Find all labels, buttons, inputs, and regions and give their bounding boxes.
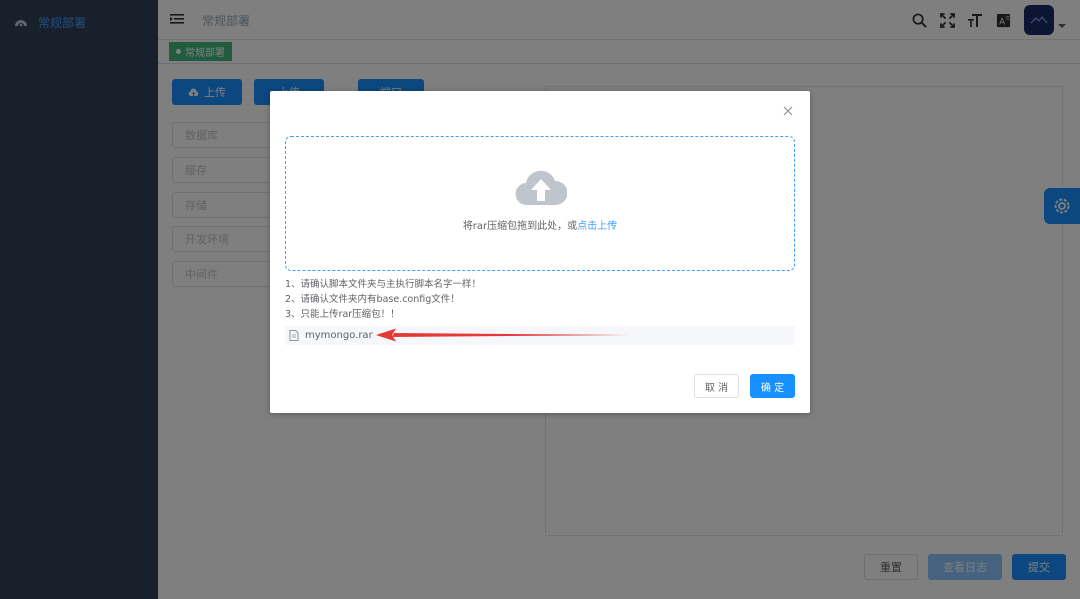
upload-tips: 1、请确认脚本文件夹与主执行脚本名字一样！ 2、请确认文件夹内有base.con… xyxy=(285,277,795,322)
tip-line: 3、只能上传rar压缩包！！ xyxy=(285,309,400,320)
upload-drag-text: 将rar压缩包拖到此处，或点击上传 xyxy=(286,217,794,232)
confirm-label: 确 定 xyxy=(760,382,785,394)
click-upload-link[interactable]: 点击上传 xyxy=(577,221,617,232)
cloud-upload-icon xyxy=(515,165,568,207)
annotation-arrow xyxy=(376,328,630,342)
close-icon[interactable] xyxy=(782,105,794,117)
cancel-button[interactable]: 取 消 xyxy=(694,374,739,398)
cancel-label: 取 消 xyxy=(704,382,729,394)
upload-drop-zone[interactable]: 将rar压缩包拖到此处，或点击上传 xyxy=(285,136,795,271)
tip-line: 1、请确认脚本文件夹与主执行脚本名字一样！ xyxy=(285,279,482,290)
upload-dialog: 将rar压缩包拖到此处，或点击上传 1、请确认脚本文件夹与主执行脚本名字一样！ … xyxy=(270,91,810,413)
tip-line: 2、请确认文件夹内有base.config文件！ xyxy=(285,294,460,305)
upload-hint: 将rar压缩包拖到此处，或 xyxy=(462,221,578,232)
confirm-button[interactable]: 确 定 xyxy=(750,374,795,398)
file-name: mymongo.rar xyxy=(305,330,373,341)
document-icon xyxy=(289,330,299,341)
